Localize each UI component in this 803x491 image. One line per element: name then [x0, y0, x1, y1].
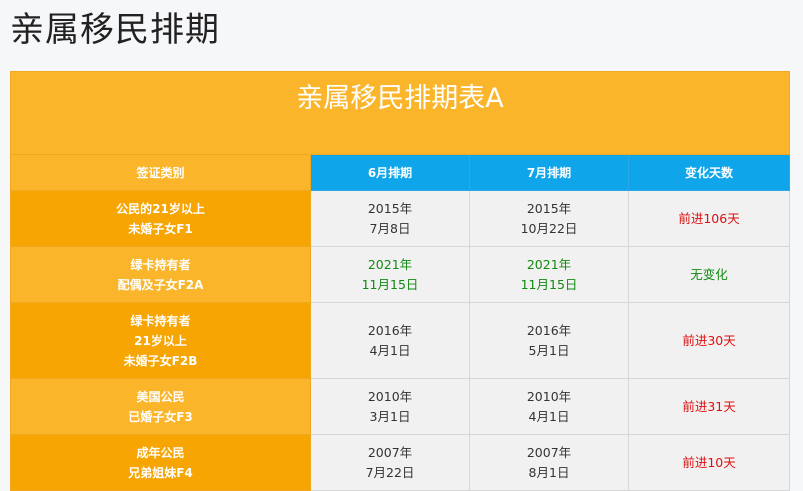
change-cell: 前进30天: [627, 302, 791, 379]
change-cell: 无变化: [627, 246, 791, 303]
date-day: 5月1日: [528, 342, 570, 358]
date-year: 2015年: [367, 200, 413, 216]
table-row: 公民的21岁以上 未婚子女F1 2015年 7月8日 2015年 10月22日 …: [10, 190, 791, 247]
july-date-cell: 2015年 10月22日: [469, 190, 629, 247]
date-year: 2016年: [526, 322, 572, 338]
category-line: 兄弟姐妹F4: [128, 465, 193, 480]
header-change: 变化天数: [627, 154, 791, 191]
date-day: 7月8日: [369, 220, 411, 236]
change-cell: 前进31天: [627, 378, 791, 435]
category-line: 成年公民: [136, 445, 185, 460]
june-date-cell: 2016年 4月1日: [310, 302, 470, 379]
category-line: 21岁以上: [134, 333, 187, 348]
category-line: 已婚子女F3: [128, 409, 193, 424]
category-line: 未婚子女F2B: [123, 353, 198, 368]
table-header-row: 签证类别 6月排期 7月排期 变化天数: [10, 154, 791, 191]
category-cell: 绿卡持有者 配偶及子女F2A: [10, 246, 311, 303]
category-cell: 公民的21岁以上 未婚子女F1: [10, 190, 311, 247]
date-day: 10月22日: [520, 220, 578, 236]
category-line: 未婚子女F1: [128, 221, 193, 236]
date-year: 2015年: [526, 200, 572, 216]
date-day: 11月15日: [361, 276, 419, 292]
table-caption: 亲属移民排期表A: [9, 71, 791, 155]
date-year: 2021年: [526, 256, 572, 272]
date-day: 11月15日: [520, 276, 578, 292]
header-category: 签证类别: [10, 154, 311, 191]
july-date-cell: 2021年 11月15日: [469, 246, 629, 303]
date-day: 4月1日: [528, 408, 570, 424]
date-day: 4月1日: [369, 342, 411, 358]
category-cell: 美国公民 已婚子女F3: [10, 378, 311, 435]
change-cell: 前进10天: [627, 434, 791, 491]
table-row: 美国公民 已婚子女F3 2010年 3月1日 2010年 4月1日 前进31天: [10, 378, 791, 435]
category-line: 美国公民: [136, 389, 185, 404]
date-day: 8月1日: [528, 464, 570, 480]
date-day: 7月22日: [365, 464, 415, 480]
category-line: 配偶及子女F2A: [117, 277, 204, 292]
june-date-cell: 2021年 11月15日: [310, 246, 470, 303]
date-year: 2010年: [526, 388, 572, 404]
table-row: 绿卡持有者 21岁以上 未婚子女F2B 2016年 4月1日 2016年 5月1…: [10, 302, 791, 379]
header-july: 7月排期: [469, 154, 629, 191]
category-line: 公民的21岁以上: [116, 201, 205, 216]
table-caption-row: 亲属移民排期表A: [9, 71, 791, 155]
date-day: 3月1日: [369, 408, 411, 424]
date-year: 2021年: [367, 256, 413, 272]
date-year: 2016年: [367, 322, 413, 338]
change-cell: 前进106天: [627, 190, 791, 247]
date-year: 2010年: [367, 388, 413, 404]
june-date-cell: 2010年 3月1日: [310, 378, 470, 435]
july-date-cell: 2010年 4月1日: [469, 378, 629, 435]
page-title: 亲属移民排期: [10, 10, 220, 50]
category-line: 绿卡持有者: [130, 257, 191, 272]
date-year: 2007年: [526, 444, 572, 460]
category-line: 绿卡持有者: [130, 313, 191, 328]
june-date-cell: 2007年 7月22日: [310, 434, 470, 491]
category-cell: 绿卡持有者 21岁以上 未婚子女F2B: [10, 302, 311, 379]
visa-bulletin-table: 亲属移民排期表A 签证类别 6月排期 7月排期 变化天数 公民的21岁以上 未婚…: [9, 71, 791, 491]
table-row: 绿卡持有者 配偶及子女F2A 2021年 11月15日 2021年 11月15日…: [10, 246, 791, 303]
june-date-cell: 2015年 7月8日: [310, 190, 470, 247]
table-row: 成年公民 兄弟姐妹F4 2007年 7月22日 2007年 8月1日 前进10天: [10, 434, 791, 491]
category-cell: 成年公民 兄弟姐妹F4: [10, 434, 311, 491]
header-june: 6月排期: [310, 154, 470, 191]
july-date-cell: 2007年 8月1日: [469, 434, 629, 491]
july-date-cell: 2016年 5月1日: [469, 302, 629, 379]
date-year: 2007年: [367, 444, 413, 460]
